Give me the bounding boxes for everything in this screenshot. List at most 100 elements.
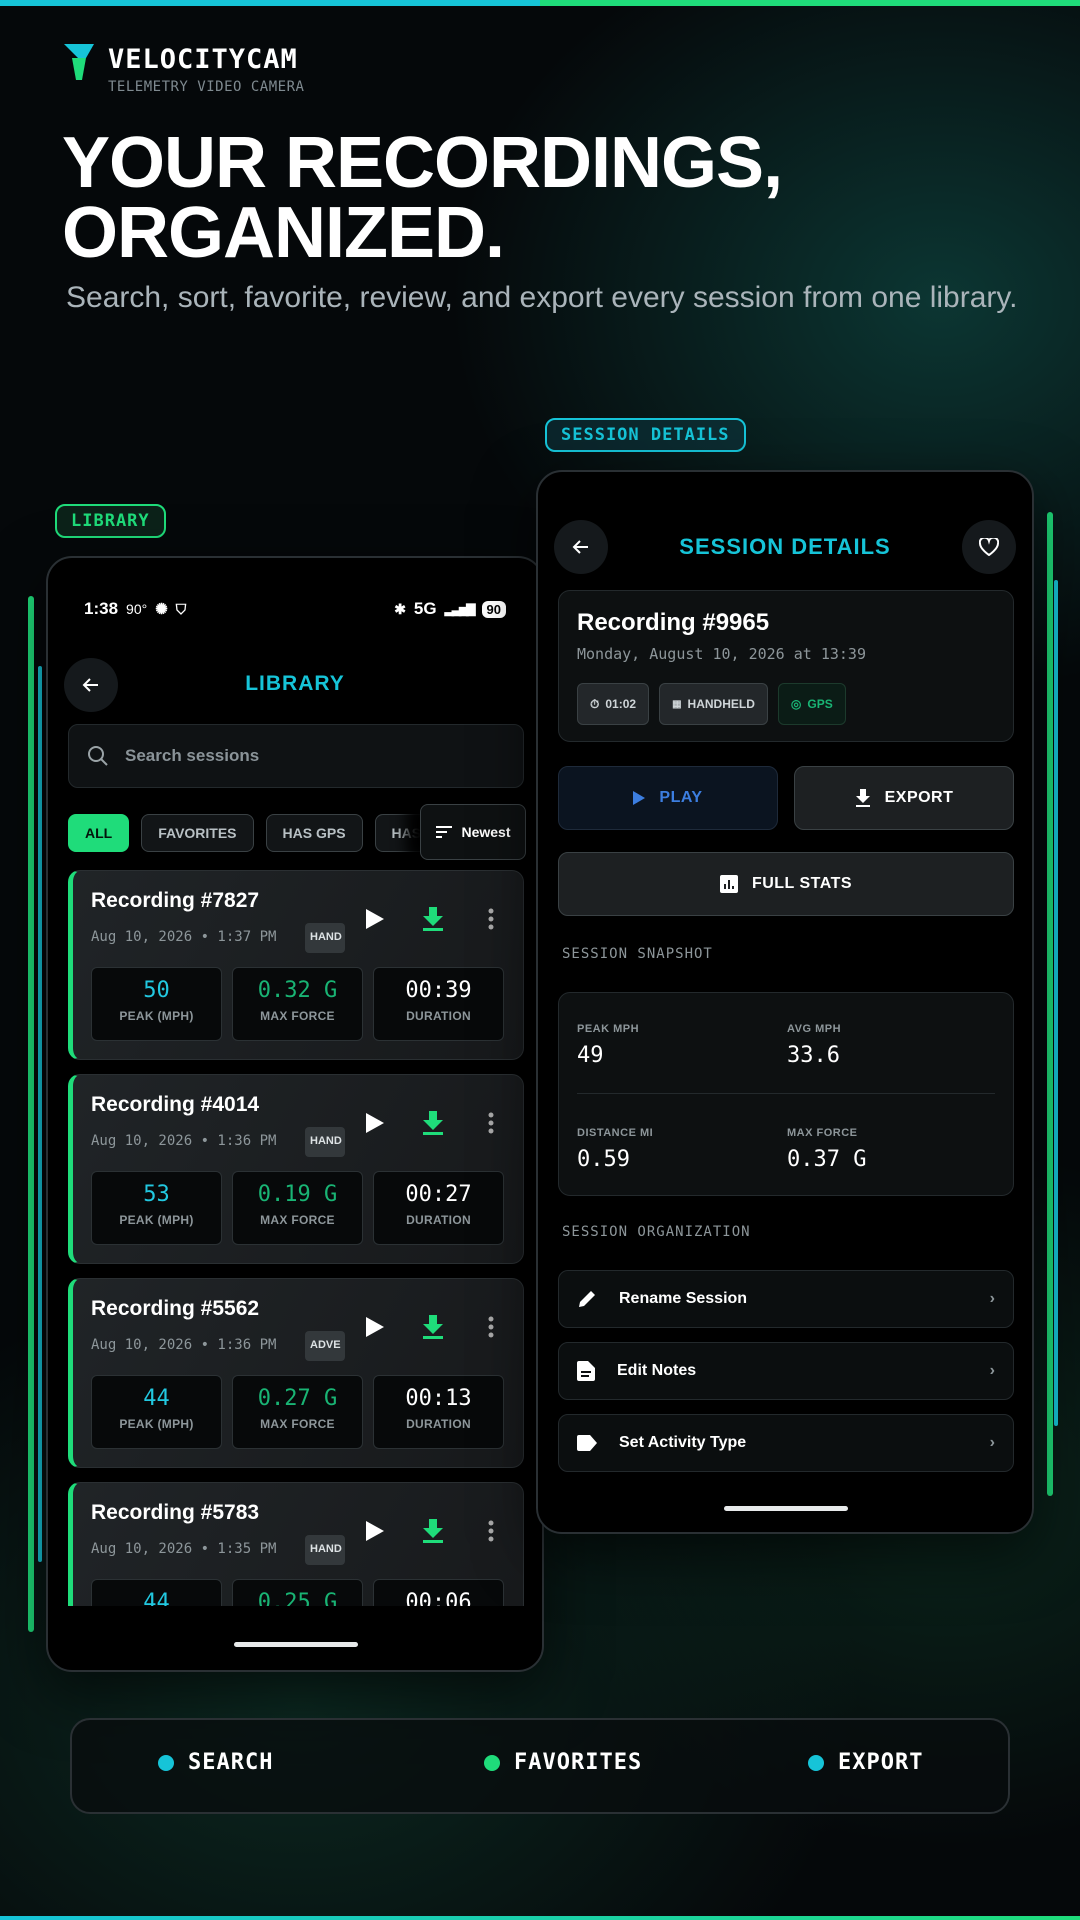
sort-button[interactable]: Newest <box>420 804 526 860</box>
shield-icon: ⛉ <box>175 600 187 617</box>
download-icon <box>855 789 870 807</box>
play-icon <box>366 1317 384 1337</box>
session-snapshot-card: PEAK MPH 49 AVG MPH 33.6 DISTANCE MI 0.5… <box>558 992 1014 1196</box>
filter-favorites[interactable]: FAVORITES <box>141 814 254 852</box>
set-activity-type-row[interactable]: Set Activity Type › <box>558 1414 1014 1472</box>
hero-subhead: Search, sort, favorite, review, and expo… <box>66 281 1018 314</box>
download-button[interactable] <box>415 1309 451 1345</box>
recording-summary-card: Recording #9965 Monday, August 10, 2026 … <box>558 590 1014 742</box>
more-options-button[interactable] <box>473 901 509 937</box>
stat-force-label: MAX FORCE <box>260 1417 335 1431</box>
heart-icon <box>979 538 999 556</box>
recording-date: Aug 10, 2026 • 1:36 PM <box>91 1133 277 1149</box>
stat-peak: 44PEAK (MPH) <box>91 1579 222 1606</box>
stat-force-value: 0.27 G <box>257 1386 338 1411</box>
top-accent-bar <box>0 0 1080 6</box>
play-button[interactable] <box>357 901 393 937</box>
filter-has-gps[interactable]: HAS GPS <box>265 814 363 852</box>
play-label: PLAY <box>659 789 703 806</box>
edit-notes-label: Edit Notes <box>617 1362 697 1379</box>
chevron-right-icon: › <box>989 1434 995 1451</box>
search-placeholder: Search sessions <box>125 746 260 765</box>
snapshot-avg: AVG MPH 33.6 <box>787 1023 841 1068</box>
network-type: 5G <box>413 599 437 618</box>
download-button[interactable] <box>415 1513 451 1549</box>
stat-peak-label: PEAK (MPH) <box>119 1417 194 1431</box>
stat-force: 0.25 GMAX FORCE <box>232 1579 363 1606</box>
snapshot-divider <box>577 1093 995 1094</box>
session-details-phone: SESSION DETAILS Recording #9965 Monday, … <box>536 470 1034 1534</box>
feature-search: SEARCH <box>158 1750 273 1775</box>
recording-title: Recording #9965 <box>577 609 770 636</box>
stat-duration: 00:39 DURATION <box>373 967 504 1041</box>
play-button[interactable] <box>357 1105 393 1141</box>
recording-card[interactable]: Recording #7827 Aug 10, 2026 • 1:37 PM H… <box>68 870 524 1060</box>
snapshot-force-label: MAX FORCE <box>787 1127 858 1139</box>
download-button[interactable] <box>415 1105 451 1141</box>
home-indicator[interactable] <box>724 1506 848 1511</box>
stat-peak: 44PEAK (MPH) <box>91 1375 222 1449</box>
home-indicator[interactable] <box>234 1642 358 1647</box>
rename-session-label: Rename Session <box>619 1290 748 1307</box>
right-accent-bar-outer <box>1047 512 1053 1496</box>
recording-date: Aug 10, 2026 • 1:36 PM <box>91 1337 277 1353</box>
brand-name: VELOCITYCAM <box>108 44 298 75</box>
snapshot-distance-label: DISTANCE MI <box>577 1127 654 1139</box>
activity-tag: HAND <box>305 923 345 953</box>
search-icon <box>88 746 108 766</box>
download-button[interactable] <box>415 901 451 937</box>
gps-chip: ◎ GPS <box>777 683 846 725</box>
stat-duration-value: 00:06 <box>405 1590 472 1606</box>
rename-session-row[interactable]: Rename Session › <box>558 1270 1014 1328</box>
activity-tag: ADVE <box>305 1331 345 1361</box>
play-icon <box>633 791 646 805</box>
more-options-button[interactable] <box>473 1513 509 1549</box>
full-stats-label: FULL STATS <box>751 875 853 892</box>
filter-chips: ALL FAVORITES HAS GPS HAS <box>68 814 439 852</box>
play-button[interactable] <box>357 1513 393 1549</box>
cyan-dot-icon <box>158 1754 174 1771</box>
download-icon <box>423 1111 443 1135</box>
sort-icon <box>436 826 453 838</box>
play-button[interactable] <box>357 1309 393 1345</box>
stat-duration-label: DURATION <box>406 1417 471 1431</box>
snapshot-force: MAX FORCE 0.37 G <box>787 1127 866 1172</box>
stat-duration-value: 00:27 <box>405 1182 472 1207</box>
stat-force-label: MAX FORCE <box>260 1213 335 1227</box>
more-vertical-icon <box>488 1112 494 1134</box>
stat-peak-value: 53 <box>143 1182 170 1207</box>
recording-card[interactable]: Recording #5783 Aug 10, 2026 • 1:35 PM H… <box>68 1482 524 1606</box>
search-input[interactable]: Search sessions <box>68 724 524 788</box>
more-vertical-icon <box>488 908 494 930</box>
feature-bar: SEARCH FAVORITES EXPORT <box>70 1718 1010 1814</box>
recording-card[interactable]: Recording #5562 Aug 10, 2026 • 1:36 PM A… <box>68 1278 524 1468</box>
filter-all[interactable]: ALL <box>68 814 130 852</box>
download-icon <box>423 907 443 931</box>
more-vertical-icon <box>488 1520 494 1542</box>
pencil-icon <box>579 1291 595 1307</box>
tag-icon <box>577 1435 597 1451</box>
snapshot-peak-label: PEAK MPH <box>577 1023 640 1035</box>
recording-date: Monday, August 10, 2026 at 13:39 <box>577 645 866 663</box>
download-icon <box>423 1315 443 1339</box>
play-button[interactable]: PLAY <box>558 766 778 830</box>
stat-peak: 53 PEAK (MPH) <box>91 1171 222 1245</box>
snapshot-peak-value: 49 <box>577 1043 604 1068</box>
favorite-button[interactable] <box>962 520 1016 574</box>
play-icon <box>366 1113 384 1133</box>
set-activity-type-label: Set Activity Type <box>619 1434 747 1451</box>
play-icon <box>366 909 384 929</box>
stat-duration: 00:06DURATION <box>373 1579 504 1606</box>
export-button[interactable]: EXPORT <box>794 766 1014 830</box>
recording-card[interactable]: Recording #4014 Aug 10, 2026 • 1:36 PM H… <box>68 1074 524 1264</box>
stat-duration-label: DURATION <box>406 1213 471 1227</box>
snapshot-distance-value: 0.59 <box>577 1147 630 1172</box>
full-stats-button[interactable]: FULL STATS <box>558 852 1014 916</box>
more-options-button[interactable] <box>473 1309 509 1345</box>
document-icon <box>577 1361 595 1381</box>
session-snapshot-heading: SESSION SNAPSHOT <box>562 946 713 962</box>
edit-notes-row[interactable]: Edit Notes › <box>558 1342 1014 1400</box>
stat-peak-label: PEAK (MPH) <box>119 1213 194 1227</box>
stat-duration: 00:27 DURATION <box>373 1171 504 1245</box>
more-options-button[interactable] <box>473 1105 509 1141</box>
